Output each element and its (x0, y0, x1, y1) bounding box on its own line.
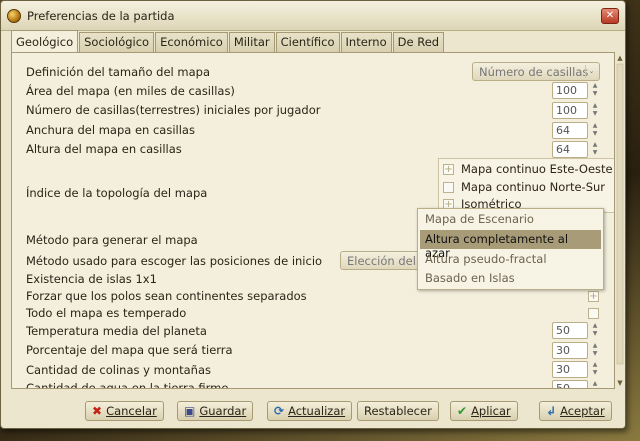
topology-option[interactable]: Mapa continuo Norte-Sur (443, 180, 605, 194)
title-bar[interactable]: Preferencias de la partida ✕ (1, 1, 625, 31)
button-bar: ✖ Cancelar ▣ Guardar ⟳ Actualizar Restab… (1, 393, 627, 429)
wetness-input[interactable]: 50 (552, 380, 588, 388)
chevron-down-icon: ⌄ (585, 65, 597, 78)
generator-dropdown-list: Mapa de Escenario Altura completamente a… (417, 208, 604, 290)
settings-panel: Definición del tamaño del mapa Número de… (11, 52, 615, 389)
tempered-checkbox[interactable] (588, 308, 599, 319)
update-label: Actualizar (288, 404, 346, 418)
map-size-def-value: Número de casillas (479, 65, 589, 79)
topology-option[interactable]: + Mapa continuo Este-Oeste (443, 162, 613, 176)
wetness-stepper-icon[interactable]: ▲▼ (590, 380, 600, 388)
tab-sociologico[interactable]: Sociológico (79, 32, 155, 52)
enter-arrow-icon: ↲ (546, 404, 557, 418)
tab-cientifico[interactable]: Científico (275, 32, 340, 52)
steepness-input[interactable]: 30 (552, 361, 588, 378)
apply-label: Aplicar (471, 404, 511, 418)
topology-checkbox[interactable]: + (443, 163, 454, 175)
topology-label: Índice de la topología del mapa (26, 186, 208, 200)
reset-label: Restablecer (364, 404, 432, 418)
save-label: Guardar (199, 404, 247, 418)
close-icon[interactable]: ✕ (601, 7, 619, 24)
map-size-def-select[interactable]: Número de casillas ⌄ (472, 62, 600, 81)
accept-button[interactable]: ↲ Aceptar (539, 401, 612, 421)
panel-scrollbar[interactable]: ▲ ▼ (615, 52, 625, 389)
islands-1x1-label: Existencia de islas 1x1 (26, 272, 157, 286)
landmass-input[interactable]: 30 (552, 342, 588, 359)
map-height-label: Altura del mapa en casillas (26, 142, 182, 156)
apply-button[interactable]: ✔ Aplicar (450, 401, 518, 421)
tab-de-red[interactable]: De Red (392, 32, 445, 52)
tab-militar[interactable]: Militar (228, 32, 275, 52)
cancel-icon: ✖ (92, 404, 103, 418)
window-title: Preferencias de la partida (27, 8, 175, 23)
map-width-label: Anchura del mapa en casillas (26, 123, 195, 137)
topology-option-label: Mapa continuo Norte-Sur (461, 180, 606, 194)
svg-text:▼: ▼ (617, 379, 623, 387)
map-height-stepper-icon[interactable]: ▲ ▼ (590, 141, 600, 158)
topology-checklist: + Mapa continuo Este-Oeste Mapa continuo… (438, 158, 614, 213)
accept-label: Aceptar (560, 404, 605, 418)
generator-option[interactable]: Mapa de Escenario (420, 210, 601, 229)
tab-bar: Geológico Sociológico Económico Militar … (11, 30, 445, 52)
map-area-stepper-icon[interactable]: ▲ ▼ (590, 82, 600, 99)
tempered-label: Todo el mapa es temperado (26, 306, 187, 320)
app-icon (7, 8, 21, 23)
tab-geologico[interactable]: Geológico (11, 30, 79, 52)
map-area-input[interactable]: 100 (552, 82, 588, 99)
topology-option-label: Mapa continuo Este-Oeste (461, 162, 613, 176)
generator-option[interactable]: Basado en Islas (420, 269, 601, 288)
startpos-label: Método usado para escoger las posiciones… (26, 254, 323, 268)
map-size-def-label: Definición del tamaño del mapa (26, 65, 210, 79)
startpos-value: Elección del g (347, 254, 427, 268)
cancel-label: Cancelar (106, 404, 157, 418)
tab-economico[interactable]: Económico (155, 32, 228, 52)
reset-button[interactable]: Restablecer (357, 401, 439, 421)
cancel-button[interactable]: ✖ Cancelar (85, 401, 164, 421)
preferences-window: Preferencias de la partida ✕ Geológico S… (0, 0, 626, 429)
map-area-label: Área del mapa (en miles de casillas) (26, 84, 235, 98)
temperature-stepper-icon[interactable]: ▲ ▼ (590, 322, 600, 339)
tiles-per-player-input[interactable]: 100 (552, 102, 588, 119)
floppy-icon: ▣ (184, 404, 196, 418)
map-width-input[interactable]: 64 (552, 122, 588, 139)
wetness-label: Cantidad de agua en la tierra firme (26, 381, 229, 389)
temperature-input[interactable]: 50 (552, 322, 588, 339)
landmass-stepper-icon[interactable]: ▲ ▼ (590, 342, 600, 359)
svg-text:▲: ▲ (617, 54, 623, 62)
save-button[interactable]: ▣ Guardar (177, 401, 254, 421)
separate-poles-checkbox[interactable]: + (588, 291, 599, 302)
topology-checkbox[interactable] (443, 181, 454, 193)
steepness-label: Cantidad de colinas y montañas (26, 363, 212, 377)
map-height-input[interactable]: 64 (552, 141, 588, 158)
check-icon: ✔ (457, 404, 468, 418)
generator-option[interactable]: Altura pseudo-fractal (420, 250, 601, 269)
temperature-label: Temperatura media del planeta (26, 324, 207, 338)
generator-option-selected[interactable]: Altura completamente al azar (420, 230, 601, 260)
refresh-icon: ⟳ (274, 404, 285, 418)
landmass-label: Porcentaje del mapa que será tierra (26, 343, 233, 357)
map-width-stepper-icon[interactable]: ▲ ▼ (590, 122, 600, 139)
tiles-per-player-label: Número de casillas(terrestres) iniciales… (26, 103, 321, 117)
update-button[interactable]: ⟳ Actualizar (267, 401, 353, 421)
separate-poles-label: Forzar que los polos sean continentes se… (26, 289, 307, 303)
tab-interno[interactable]: Interno (340, 32, 392, 52)
generator-label: Método para generar el mapa (26, 233, 198, 247)
tiles-per-player-stepper-icon[interactable]: ▲ ▼ (590, 102, 600, 119)
steepness-stepper-icon[interactable]: ▲ ▼ (590, 361, 600, 378)
